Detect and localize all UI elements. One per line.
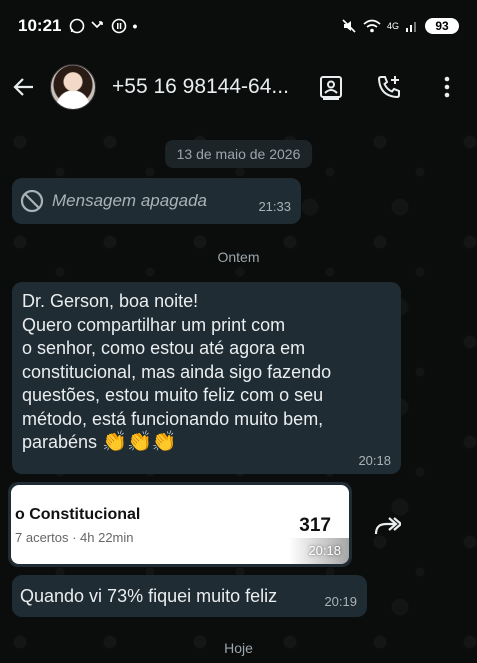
back-button[interactable] — [4, 67, 44, 107]
clapping-emoji: 👏👏👏 — [102, 431, 177, 453]
message-line: método, está funcionando muito bem, — [22, 408, 324, 429]
whatsapp-icon — [70, 18, 85, 34]
chat-header: +55 16 98144-64... — [0, 52, 477, 122]
message-line: Dr. Gerson, boa noite! — [22, 291, 199, 311]
record-icon — [112, 18, 127, 34]
arrow-left-icon — [13, 78, 33, 96]
image-preview[interactable]: o Constitucional 7 acertos · 4h 22min 31… — [11, 485, 349, 564]
status-icons-right: 4G 93 — [341, 18, 459, 34]
date-separator: Hoje — [224, 640, 253, 656]
mute-icon — [342, 19, 356, 33]
deleted-message-text: Mensagem apagada — [52, 191, 208, 210]
status-icons-left: • — [69, 18, 137, 34]
forward-button[interactable] — [372, 511, 402, 541]
message-time: 20:18 — [308, 543, 341, 558]
date-separator: 13 de maio de 2026 — [164, 140, 313, 168]
message-line-last: parabéns 👏👏👏 — [22, 431, 391, 455]
contact-avatar[interactable] — [50, 64, 96, 110]
header-actions — [311, 67, 467, 107]
battery-indicator: 93 — [425, 18, 459, 34]
date-separator: Ontem — [217, 249, 260, 265]
image-message[interactable]: o Constitucional 7 acertos · 4h 22min 31… — [8, 482, 352, 567]
phone-plus-icon — [377, 76, 400, 99]
missed-call-icon — [91, 21, 104, 29]
message-line: o senhor, como estou até agora em — [22, 338, 306, 358]
contact-name[interactable]: +55 16 98144-64... — [112, 75, 292, 99]
message-time: 20:18 — [358, 453, 391, 468]
contact-card-button[interactable] — [311, 67, 351, 107]
message-time: 21:33 — [258, 198, 291, 214]
contact-card-icon — [320, 76, 342, 100]
message-line: questões, estou muito feliz com o seu — [22, 385, 324, 405]
blocked-icon — [20, 189, 44, 213]
image-subtitle: 7 acertos · 4h 22min — [15, 530, 134, 545]
image-number: 317 — [299, 515, 331, 536]
image-title: o Constitucional — [15, 506, 141, 523]
message-line: parabéns — [22, 432, 98, 452]
message-bubble[interactable]: Quando vi 73% fiquei muito feliz 20:19 — [12, 575, 367, 617]
status-time: 10:21 — [18, 16, 62, 35]
network-label: 4G — [386, 21, 399, 31]
forward-icon — [374, 517, 401, 535]
notification-dot-icon: • — [132, 18, 138, 34]
status-bar: 10:21 • 4G 93 — [0, 0, 477, 52]
deleted-message[interactable]: Mensagem apagada 21:33 — [12, 178, 301, 224]
more-options-button[interactable] — [427, 67, 467, 107]
wifi-icon — [363, 19, 381, 33]
message-line: Quero compartilhar um print com — [22, 314, 286, 335]
message-time: 20:19 — [324, 593, 357, 609]
message-text: Quando vi 73% fiquei muito feliz — [20, 585, 278, 606]
add-call-button[interactable] — [369, 67, 409, 107]
message-bubble[interactable]: Dr. Gerson, boa noite! Quero compartilha… — [12, 282, 401, 474]
kebab-menu-icon — [444, 76, 450, 98]
message-line: constitucional, mas ainda sigo fazendo — [22, 361, 332, 382]
signal-icon — [406, 22, 416, 32]
